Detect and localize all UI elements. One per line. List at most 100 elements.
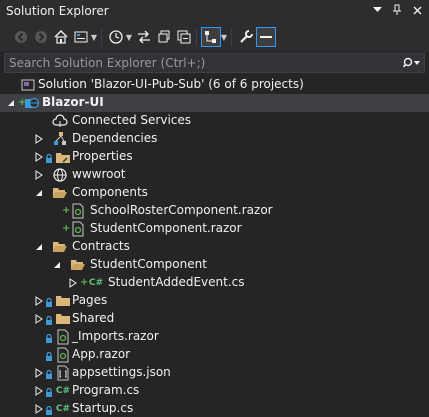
collapse-arrow-icon[interactable] bbox=[34, 188, 44, 198]
window-title: Solution Explorer bbox=[6, 4, 109, 18]
wrench-icon bbox=[240, 30, 253, 43]
wrench-folder-icon bbox=[55, 149, 71, 165]
tree-item-wwwroot[interactable]: wwwroot bbox=[0, 166, 429, 184]
tree-item-dependencies[interactable]: Dependencies bbox=[0, 130, 429, 148]
razor-file-icon bbox=[70, 203, 86, 219]
folder-open-icon bbox=[52, 239, 68, 255]
hierarchy-icon bbox=[205, 31, 216, 43]
sync-arrows-icon bbox=[138, 30, 150, 44]
tree-item-label: Blazor-UI bbox=[42, 95, 104, 109]
expand-arrow-icon[interactable] bbox=[34, 134, 44, 144]
razor-file-icon bbox=[70, 221, 86, 237]
sync-with-active-document-button[interactable] bbox=[135, 28, 153, 46]
collapse-arrow-icon[interactable] bbox=[52, 260, 62, 270]
tree-item-label: SchoolRosterComponent.razor bbox=[90, 203, 273, 217]
refresh-button[interactable] bbox=[155, 28, 173, 46]
pending-changes-dropdown-icon[interactable]: ▼ bbox=[125, 28, 133, 46]
tree-item-label: StudentComponent bbox=[90, 257, 207, 271]
csharp-file-icon: C# bbox=[88, 278, 104, 288]
toolbar-separator bbox=[231, 28, 232, 46]
json-file-icon bbox=[55, 365, 71, 381]
switch-views-button[interactable] bbox=[72, 28, 90, 46]
tree-item-properties[interactable]: Properties bbox=[0, 148, 429, 166]
tree-item-startup-cs[interactable]: C# Startup.cs bbox=[0, 400, 429, 417]
tree-item-label: _Imports.razor bbox=[72, 329, 159, 343]
expand-arrow-icon[interactable] bbox=[34, 152, 44, 162]
tree-item-app-razor[interactable]: App.razor bbox=[0, 346, 429, 364]
lock-icon bbox=[45, 369, 53, 379]
tree-item-pages[interactable]: Pages bbox=[0, 292, 429, 310]
pin-icon[interactable] bbox=[391, 3, 403, 17]
tree-item-connected-services[interactable]: Connected Services bbox=[0, 112, 429, 130]
tree-item-contracts[interactable]: Contracts bbox=[0, 238, 429, 256]
csharp-file-icon: C# bbox=[55, 386, 71, 396]
tree-item-components[interactable]: Components bbox=[0, 184, 429, 202]
folder-icon bbox=[55, 293, 71, 309]
cloud-icon bbox=[52, 113, 68, 129]
folder-open-icon bbox=[52, 185, 68, 201]
expand-arrow-icon[interactable] bbox=[34, 314, 44, 324]
home-icon bbox=[54, 30, 68, 44]
search-input[interactable] bbox=[5, 55, 400, 71]
dependencies-icon bbox=[52, 131, 68, 147]
show-all-files-button[interactable] bbox=[201, 27, 221, 47]
solution-explorer-window: Solution Explorer ▼ ▼ ▼ Search Solution … bbox=[0, 0, 429, 417]
back-button[interactable] bbox=[12, 28, 30, 46]
expand-arrow-icon[interactable] bbox=[34, 404, 44, 414]
razor-file-icon bbox=[55, 347, 71, 363]
tree-item-studentaddedevent-cs[interactable]: + C# StudentAddedEvent.cs bbox=[0, 274, 429, 292]
globe-icon bbox=[52, 167, 68, 183]
tree-item-label: StudentAddedEvent.cs bbox=[108, 275, 245, 289]
title-bar: Solution Explorer bbox=[0, 0, 429, 22]
tree-item-solution[interactable]: Solution 'Blazor-UI-Pub-Sub' (6 of 6 pro… bbox=[0, 76, 429, 94]
window-position-dropdown-icon[interactable] bbox=[371, 3, 383, 17]
folder-icon bbox=[55, 311, 71, 327]
collapse-all-icon bbox=[177, 30, 191, 44]
tree-item-program-cs[interactable]: C# Program.cs bbox=[0, 382, 429, 400]
search-button[interactable] bbox=[400, 57, 424, 69]
expand-arrow-icon[interactable] bbox=[34, 296, 44, 306]
expand-arrow-icon[interactable] bbox=[34, 170, 44, 180]
tree-item-shared[interactable]: Shared bbox=[0, 310, 429, 328]
tree-item-label: Pages bbox=[72, 293, 108, 307]
tree-item-schoolroster-razor[interactable]: + SchoolRosterComponent.razor bbox=[0, 202, 429, 220]
razor-file-icon bbox=[55, 329, 71, 345]
tree-item-label: Solution 'Blazor-UI-Pub-Sub' (6 of 6 pro… bbox=[38, 77, 304, 91]
lock-icon bbox=[45, 333, 53, 343]
solution-icon bbox=[20, 77, 36, 93]
tree-item-label: Shared bbox=[72, 311, 115, 325]
properties-button[interactable] bbox=[237, 28, 255, 46]
tree-item-appsettings-json[interactable]: appsettings.json bbox=[0, 364, 429, 382]
tree-item-project[interactable]: + Blazor-UI bbox=[0, 94, 429, 112]
tree-item-label: Startup.cs bbox=[72, 401, 134, 415]
tree-item-label: Components bbox=[72, 185, 148, 199]
tree-item-imports-razor[interactable]: _Imports.razor bbox=[0, 328, 429, 346]
expand-arrow-icon[interactable] bbox=[68, 278, 78, 288]
lock-icon bbox=[45, 351, 53, 361]
collapse-arrow-icon[interactable] bbox=[6, 98, 16, 108]
web-project-icon bbox=[24, 95, 40, 111]
show-all-files-dropdown-icon[interactable]: ▼ bbox=[220, 28, 228, 46]
expand-arrow-icon[interactable] bbox=[34, 386, 44, 396]
home-button[interactable] bbox=[52, 28, 70, 46]
tree-item-label: appsettings.json bbox=[72, 365, 171, 379]
folder-open-icon bbox=[70, 257, 86, 273]
collapse-arrow-icon[interactable] bbox=[34, 242, 44, 252]
forward-button[interactable] bbox=[32, 28, 50, 46]
refresh-icon bbox=[158, 30, 170, 43]
csharp-file-icon: C# bbox=[55, 404, 71, 414]
expand-arrow-icon[interactable] bbox=[34, 368, 44, 378]
close-icon[interactable] bbox=[411, 3, 423, 17]
back-arrow-icon bbox=[15, 31, 27, 43]
switch-views-icon bbox=[74, 31, 88, 43]
tree-item-studentcomponent-folder[interactable]: StudentComponent bbox=[0, 256, 429, 274]
tree-item-label: Program.cs bbox=[72, 383, 140, 397]
toolbar-separator bbox=[101, 28, 102, 46]
preview-icon bbox=[260, 36, 272, 38]
collapse-all-button[interactable] bbox=[175, 28, 193, 46]
pending-changes-filter-button[interactable] bbox=[107, 28, 125, 46]
switch-views-dropdown-icon[interactable]: ▼ bbox=[90, 28, 98, 46]
lock-icon bbox=[45, 153, 53, 163]
preview-selected-items-button[interactable] bbox=[256, 27, 276, 47]
tree-item-studentcomponent-razor[interactable]: + StudentComponent.razor bbox=[0, 220, 429, 238]
